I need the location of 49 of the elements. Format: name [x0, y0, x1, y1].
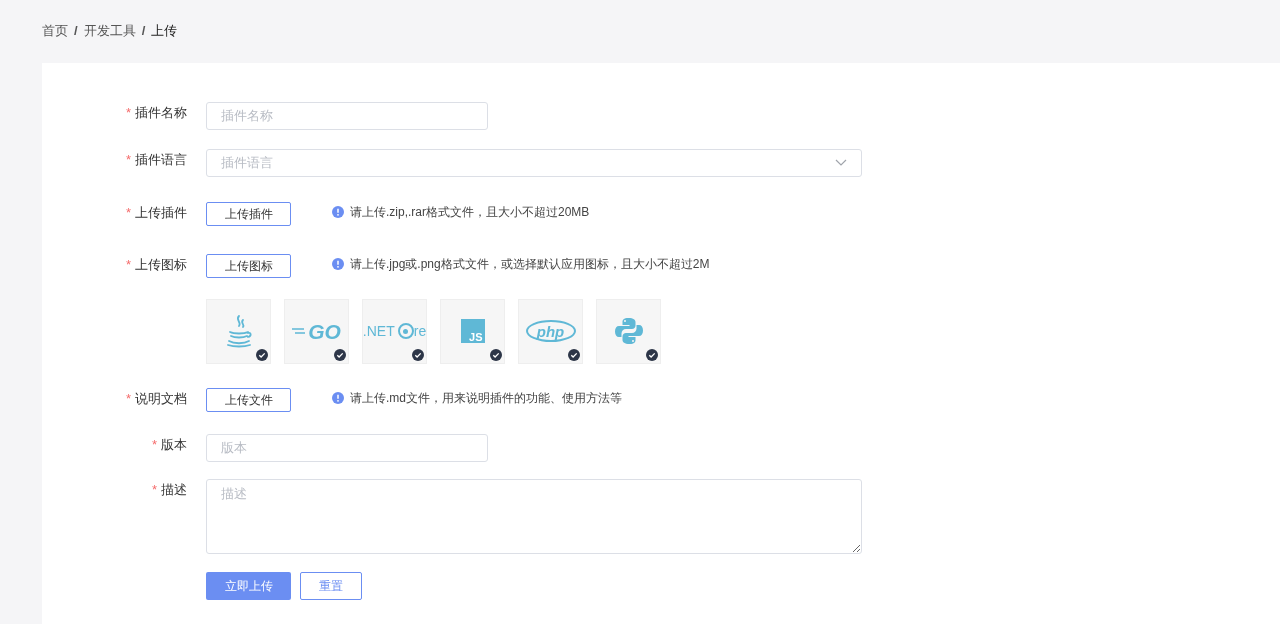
info-icon [332, 205, 344, 218]
field-label: 描述 [161, 480, 187, 499]
breadcrumb-item[interactable]: 开发工具 [83, 21, 136, 41]
field-label: 插件语言 [135, 150, 187, 169]
chevron-down-icon [835, 159, 847, 166]
icon-option[interactable]: .NET re [362, 298, 427, 364]
select-field[interactable]: 插件语言 [206, 148, 862, 177]
logo-text: GO [308, 320, 341, 342]
field-label: 上传插件 [135, 203, 187, 222]
required-mark: * [125, 389, 131, 408]
required-mark: * [151, 480, 157, 499]
field-label: 插件名称 [135, 103, 187, 122]
required-mark: * [151, 435, 157, 454]
required-mark: * [125, 203, 131, 222]
field-label: 上传图标 [135, 255, 187, 274]
coffee-cup-icon [224, 314, 253, 348]
field-label: 说明文档 [135, 389, 187, 408]
info-icon [332, 391, 344, 404]
logo-badge: php [525, 320, 576, 342]
hint-text: 请上传.jpg或.png格式文件，或选择默认应用图标，且大小不超过2M [350, 255, 710, 273]
upload-button[interactable]: 上传文件 [206, 387, 291, 412]
hint-text: 请上传.md文件，用来说明插件的功能、使用方法等 [350, 389, 622, 407]
speed-lines-icon [292, 327, 307, 335]
breadcrumb-separator: / [74, 22, 78, 40]
required-mark: * [125, 103, 131, 122]
required-mark: * [125, 255, 131, 274]
text-field[interactable]: 版本 [206, 433, 488, 462]
field-label: 版本 [161, 435, 187, 454]
icon-option[interactable]: JS [440, 298, 505, 364]
icon-option[interactable]: GO [284, 298, 349, 364]
snake-logo-icon [614, 317, 643, 345]
info-icon [332, 257, 344, 270]
hint-text: 请上传.zip,.rar格式文件，且大小不超过20MB [350, 203, 590, 221]
text-field[interactable]: 插件名称 [206, 101, 488, 130]
breadcrumb-item: 上传 [151, 22, 178, 40]
upload-button[interactable]: 上传插件 [206, 201, 291, 226]
logo-text: re [413, 324, 427, 338]
logo-text: .NET [362, 324, 395, 338]
icon-option[interactable]: php [518, 298, 583, 364]
submit-button[interactable]: 立即上传 [206, 571, 291, 600]
reset-button[interactable]: 重置 [300, 571, 362, 600]
icon-option[interactable] [206, 298, 271, 364]
required-mark: * [125, 150, 131, 169]
description-textarea[interactable]: 描述 [206, 478, 862, 554]
breadcrumb-separator: / [141, 22, 146, 40]
upload-button[interactable]: 上传图标 [206, 253, 291, 278]
breadcrumb-item[interactable]: 首页 [42, 21, 68, 41]
icon-option[interactable] [596, 298, 661, 364]
logo-badge: JS [460, 319, 485, 343]
